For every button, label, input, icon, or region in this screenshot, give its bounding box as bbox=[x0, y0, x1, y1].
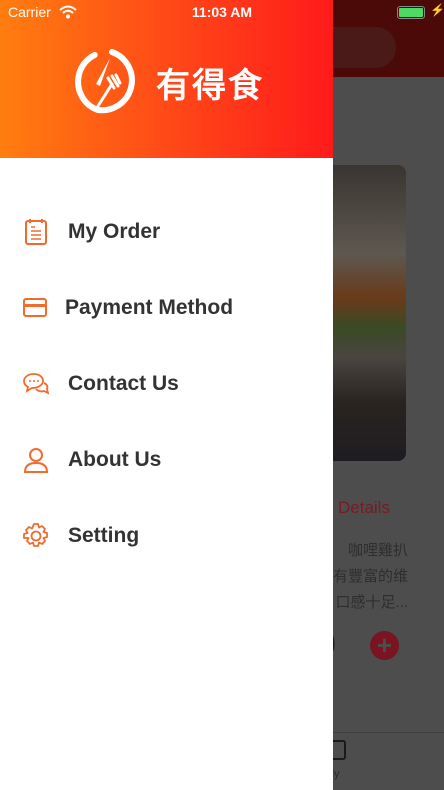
brand-name: 有得食 bbox=[156, 67, 264, 105]
menu-item-label: Setting bbox=[68, 524, 140, 547]
menu-item-payment-method[interactable]: Payment Method bbox=[0, 278, 333, 338]
side-drawer: 有得食 My Order Payment Method Contact Us A… bbox=[0, 0, 333, 790]
menu-item-setting[interactable]: Setting bbox=[0, 506, 333, 566]
menu-item-my-order[interactable]: My Order bbox=[0, 202, 333, 262]
credit-card-icon bbox=[23, 298, 47, 317]
battery-icon bbox=[397, 6, 425, 19]
gear-icon bbox=[23, 523, 48, 547]
menu-item-label: About Us bbox=[68, 448, 162, 471]
menu-item-about-us[interactable]: About Us bbox=[0, 430, 333, 490]
charging-icon: ⚡ bbox=[430, 3, 444, 17]
clock: 11:03 AM bbox=[191, 4, 253, 20]
chat-bubbles-icon bbox=[23, 373, 50, 395]
status-bar: Carrier 11:03 AM ⚡ bbox=[0, 0, 444, 24]
menu-item-label: Payment Method bbox=[65, 296, 234, 319]
add-button: + bbox=[370, 631, 399, 660]
menu-item-contact-us[interactable]: Contact Us bbox=[0, 354, 333, 414]
menu-item-label: My Order bbox=[68, 220, 161, 243]
user-icon bbox=[23, 448, 49, 473]
details-link: Details bbox=[338, 498, 390, 517]
menu-item-label: Contact Us bbox=[68, 372, 179, 395]
logo-icon bbox=[75, 48, 135, 114]
clipboard-icon bbox=[25, 219, 47, 245]
